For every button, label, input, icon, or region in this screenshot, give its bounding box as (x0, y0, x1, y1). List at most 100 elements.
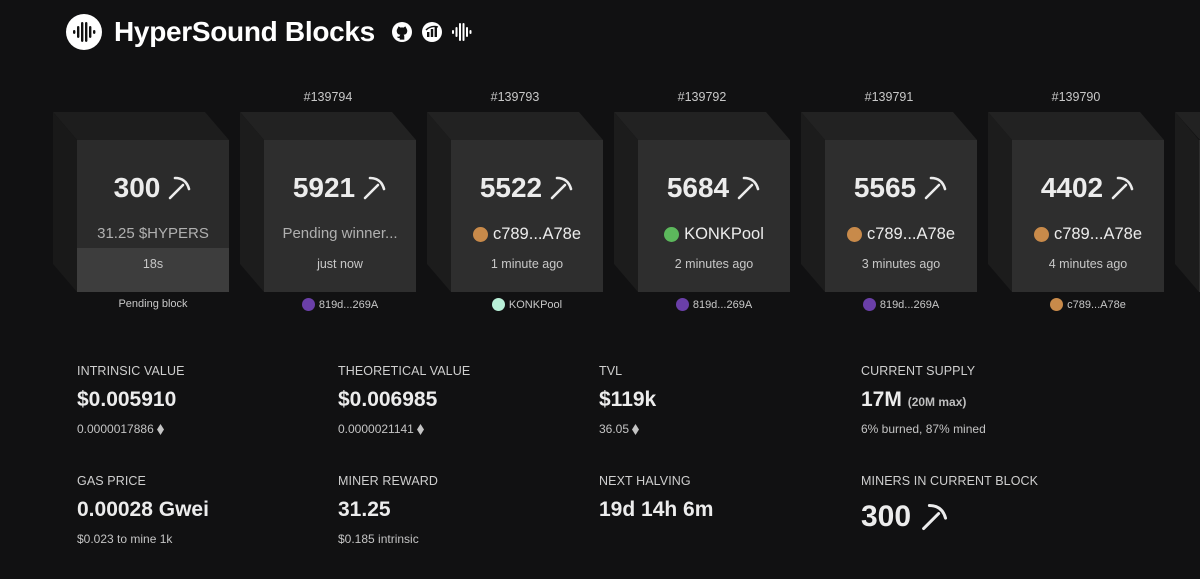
block-count: 5921 (292, 172, 356, 203)
stat-value-note: (20M max) (907, 395, 967, 409)
pickaxe-icon (363, 176, 386, 200)
stat-gas-price: GAS PRICE 0.00028 Gwei $0.023 to mine 1k (77, 474, 327, 546)
miner-name: 819d...269A (879, 298, 940, 311)
stat-value: $0.006985 (338, 388, 438, 411)
block-winner[interactable]: c789...A78e (825, 225, 977, 244)
avatar-icon (1033, 227, 1049, 242)
block-count: 4402 (1040, 172, 1104, 203)
pickaxe-icon (737, 176, 760, 200)
block-count: 5565 (853, 172, 917, 203)
stat-label: INTRINSIC VALUE (77, 364, 185, 378)
hypersound-logo-icon[interactable] (66, 14, 102, 50)
stat-label: NEXT HALVING (599, 474, 691, 488)
stat-label: MINER REWARD (338, 474, 439, 488)
eth-icon (632, 423, 640, 435)
block-winner[interactable]: KONKPool (638, 225, 790, 244)
pickaxe-icon (169, 176, 191, 200)
stat-value: $119k (599, 388, 657, 411)
block-time: 4 minutes ago (1048, 257, 1128, 271)
eth-icon (156, 423, 164, 435)
winner-name: c789...A78e (492, 225, 582, 243)
avatar-icon (472, 227, 488, 242)
stat-sub: $0.023 to mine 1k (77, 532, 173, 546)
pickaxe-icon (922, 503, 948, 531)
stat-label: TVL (599, 364, 623, 378)
miner-name: c789...A78e (1067, 298, 1126, 311)
miner-name: 819d...269A (692, 298, 753, 311)
stat-sub: 0.0000017886 (77, 422, 154, 436)
miner-name: 819d...269A (318, 298, 379, 311)
winner-name: KONKPool (684, 225, 764, 243)
stat-next-halving: NEXT HALVING 19d 14h 6m (599, 474, 849, 522)
avatar-icon (301, 298, 315, 311)
app-title[interactable]: HyperSound Blocks (114, 16, 375, 48)
block-miner[interactable]: 819d...269A (825, 298, 977, 311)
avatar-icon (862, 298, 876, 311)
block-count: 5522 (479, 172, 543, 203)
block-number: #139790 (1051, 90, 1101, 104)
block-miner[interactable]: 819d...269A (638, 298, 790, 311)
github-icon[interactable] (391, 21, 413, 43)
block-winner[interactable]: c789...A78e (1012, 225, 1164, 244)
pickaxe-icon (550, 176, 573, 200)
pickaxe-icon (924, 176, 947, 200)
block-miner[interactable]: 819d...269A (264, 298, 416, 311)
stat-value: 300 (861, 500, 912, 533)
block-count: 5684 (666, 172, 730, 203)
stat-value: 31.25 (338, 498, 391, 521)
block-number: #139791 (864, 90, 914, 104)
pickaxe-icon (1111, 176, 1134, 200)
stat-value: 0.00028 Gwei (77, 498, 209, 521)
avatar-icon (1050, 298, 1064, 311)
pending-block-label: Pending block (118, 298, 188, 310)
winner-name: c789...A78e (1053, 225, 1143, 243)
block-number: #139793 (490, 90, 540, 104)
pending-block[interactable]: 300 31.25 $HYPERS 18s Pending block (53, 88, 229, 328)
block-miner[interactable]: KONKPool (451, 298, 603, 311)
hypersound-icon[interactable] (451, 21, 473, 43)
stat-label: GAS PRICE (77, 474, 146, 488)
block-card[interactable]: #139792 5684 KONKPool 2 minutes ago 819d (614, 88, 790, 328)
eth-icon (416, 423, 424, 435)
block-time: 2 minutes ago (674, 257, 754, 271)
header: HyperSound Blocks (66, 14, 473, 50)
stat-theoretical-value: THEORETICAL VALUE $0.006985 0.0000021141 (338, 364, 588, 436)
avatar-icon (664, 227, 680, 242)
block-time: 1 minute ago (490, 257, 564, 271)
pending-count: 300 (113, 172, 161, 203)
miner-name: KONKPool (508, 298, 563, 311)
stat-label: THEORETICAL VALUE (338, 364, 471, 378)
stat-sub: 0.0000021141 (338, 422, 414, 436)
block-card[interactable]: #139793 5522 c789...A78e 1 minute ago KO (427, 88, 603, 328)
avatar-icon (491, 298, 505, 311)
stat-miner-reward: MINER REWARD 31.25 $0.185 intrinsic (338, 474, 588, 546)
winner-name: c789...A78e (866, 225, 956, 243)
block-card[interactable]: #139790 4402 c789...A78e 4 minutes ago c (988, 88, 1164, 328)
stat-sub: 6% burned, 87% mined (861, 422, 986, 436)
stat-label: CURRENT SUPPLY (861, 364, 976, 378)
avatar-icon (846, 227, 862, 242)
chart-icon[interactable] (421, 21, 443, 43)
block-time: just now (317, 257, 363, 271)
avatar-icon (675, 298, 689, 311)
stat-sub: 36.05 (599, 422, 630, 436)
block-card[interactable]: #139791 5565 c789...A78e 3 minutes ago 8 (801, 88, 977, 328)
stat-miners-in-current-block: MINERS IN CURRENT BLOCK 300 (861, 474, 1111, 534)
stat-sub: $0.185 intrinsic (338, 532, 419, 546)
block-number: #139792 (677, 90, 727, 104)
block-winner: Pending winner... (282, 225, 398, 242)
stat-current-supply: CURRENT SUPPLY 17M (20M max) 6% burned, … (861, 364, 1111, 436)
pending-timer: 18s (142, 257, 164, 271)
stat-intrinsic-value: INTRINSIC VALUE $0.005910 0.0000017886 (77, 364, 327, 436)
pending-block-cube: 300 31.25 $HYPERS 18s (53, 112, 229, 292)
pending-reward: 31.25 $HYPERS (97, 225, 209, 242)
block-card-partial[interactable] (1175, 88, 1200, 328)
block-winner[interactable]: c789...A78e (451, 225, 603, 244)
stat-label: MINERS IN CURRENT BLOCK (861, 474, 1039, 488)
block-number: #139794 (303, 90, 353, 104)
block-card[interactable]: #139794 5921 Pending winner... just now … (240, 88, 416, 328)
stat-value: 17M (861, 388, 902, 411)
block-miner[interactable]: c789...A78e (1012, 298, 1164, 311)
block-time: 3 minutes ago (861, 257, 941, 271)
stat-value: $0.005910 (77, 388, 177, 411)
